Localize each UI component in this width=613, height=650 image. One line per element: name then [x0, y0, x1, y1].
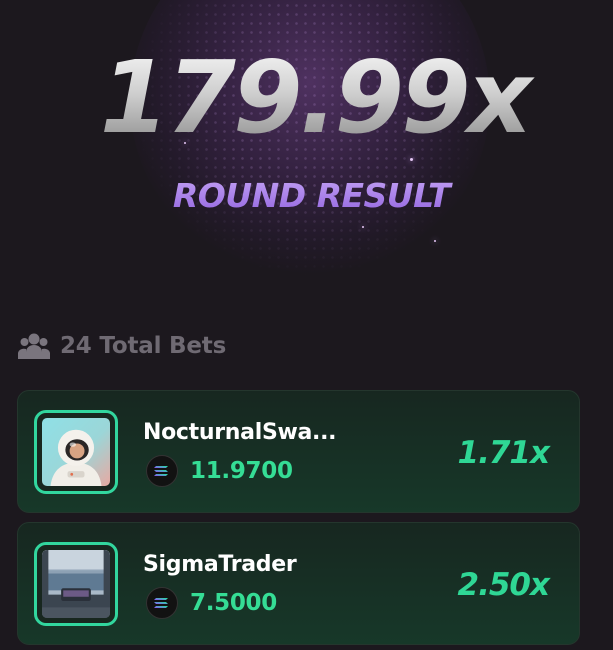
- bet-amount: 7.5000: [146, 587, 277, 619]
- bet-card[interactable]: NocturnalSwa... 11.9700 1.71x: [17, 390, 580, 513]
- player-name: SigmaTrader: [143, 552, 297, 577]
- bet-amount-value: 11.9700: [190, 458, 293, 484]
- sparkle-decoration: [410, 158, 413, 161]
- round-result-label: ROUND RESULT: [0, 176, 613, 215]
- round-result-panel: 179.99x ROUND RESULT 24 Total Bets Noctu…: [0, 0, 613, 650]
- cashout-multiplier: 2.50x: [457, 567, 550, 603]
- balcony-seaview-avatar-icon: [42, 550, 110, 618]
- sparkle-decoration: [362, 226, 364, 228]
- round-multiplier: 179.99x: [0, 48, 613, 148]
- player-avatar: [34, 542, 118, 626]
- solana-icon: [146, 455, 178, 487]
- solana-icon: [146, 587, 178, 619]
- users-icon: [18, 333, 50, 359]
- astronaut-avatar-icon: [42, 418, 110, 486]
- bet-card[interactable]: SigmaTrader 7.5000 2.50x: [17, 522, 580, 645]
- total-bets-header: 24 Total Bets: [18, 332, 226, 360]
- total-bets-count: 24 Total Bets: [60, 333, 227, 359]
- sparkle-decoration: [434, 240, 436, 242]
- bet-amount-value: 7.5000: [190, 590, 277, 616]
- player-avatar: [34, 410, 118, 494]
- player-name: NocturnalSwa...: [143, 420, 337, 445]
- cashout-multiplier: 1.71x: [457, 435, 550, 471]
- bet-amount: 11.9700: [146, 455, 293, 487]
